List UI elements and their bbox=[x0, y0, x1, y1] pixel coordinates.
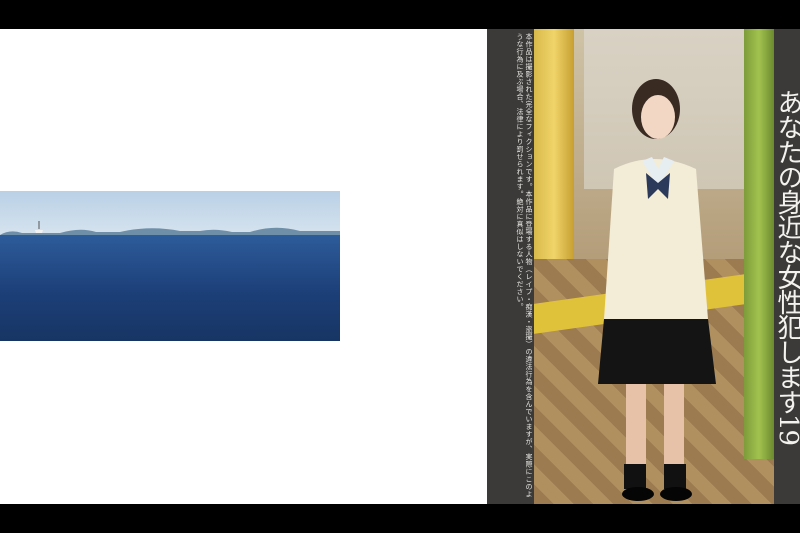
yellow-pillar bbox=[534, 29, 574, 279]
boat-icon bbox=[35, 221, 43, 233]
sea-water bbox=[0, 235, 340, 341]
green-post bbox=[744, 29, 774, 459]
front-cover-panel: 本作品は撮影された完全なフィクションです。本作品に登場する人物（レイプ・痴漢・盗… bbox=[487, 29, 800, 504]
cover-frame: 本作品は撮影された完全なフィクションです。本作品に登場する人物（レイプ・痴漢・盗… bbox=[0, 29, 800, 504]
back-cover-panel bbox=[0, 29, 487, 504]
person-figure bbox=[598, 79, 716, 501]
sea-photo bbox=[0, 191, 340, 341]
cover-title: あなたの身近な女性犯します19 bbox=[773, 89, 800, 446]
notice-text: 本作品は撮影された完全なフィクションです。本作品に登場する人物（レイプ・痴漢・盗… bbox=[516, 33, 533, 498]
cover-photo bbox=[534, 29, 774, 504]
